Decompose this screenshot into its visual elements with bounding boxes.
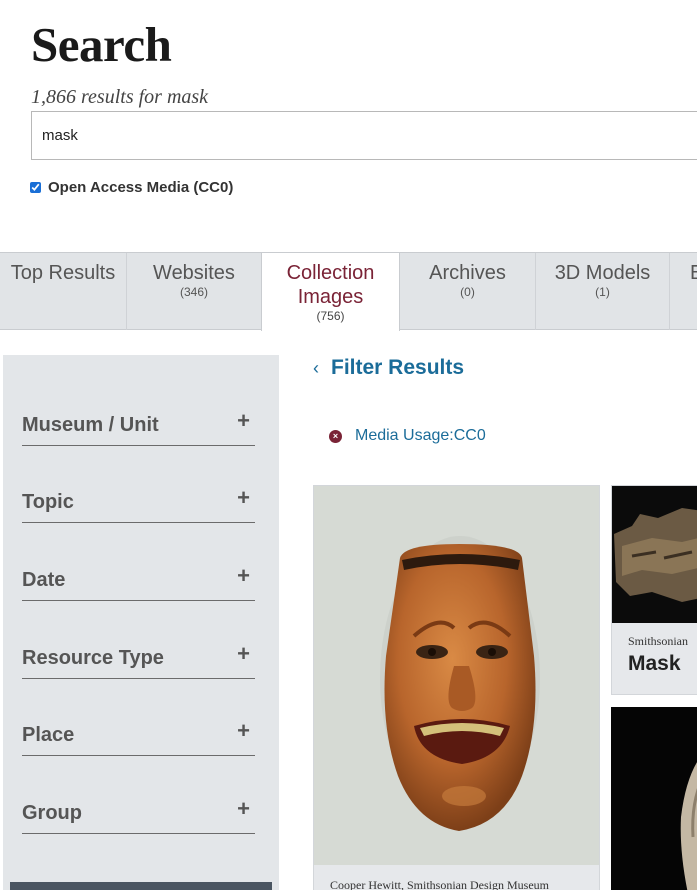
facet-museum-unit[interactable]: Museum / Unit + (22, 406, 255, 446)
tab-archives[interactable]: Archives (0) (400, 253, 536, 330)
plus-icon[interactable]: + (237, 487, 250, 509)
result-card[interactable] (611, 707, 697, 890)
facet-place[interactable]: Place + (22, 716, 255, 756)
tab-label: 3D Models (554, 262, 651, 284)
facet-label: Group (22, 802, 82, 824)
tab-3d-models[interactable]: 3D Models (1) (536, 253, 670, 330)
tab-label: Archives (429, 262, 506, 284)
facet-label: Museum / Unit (22, 414, 159, 436)
plus-icon[interactable]: + (237, 410, 250, 432)
tab-websites[interactable]: Websites (346) (127, 253, 262, 330)
facet-label: Resource Type (22, 647, 164, 669)
mask-artifact-image[interactable] (612, 486, 697, 623)
tab-count: (0) (460, 285, 475, 299)
remove-filter-icon[interactable]: × (329, 429, 342, 443)
facet-group[interactable]: Group + (22, 794, 255, 834)
noh-mask-image[interactable] (314, 486, 599, 865)
tab-more[interactable]: E (670, 253, 697, 330)
result-source: Smithsonian (628, 634, 689, 648)
tab-collection-images[interactable]: Collection Images (756) (261, 252, 400, 331)
cc0-filter[interactable]: Open Access Media (CC0) (30, 179, 233, 196)
page-title: Search (31, 17, 172, 72)
plus-icon[interactable]: + (237, 720, 250, 742)
result-card[interactable]: Cooper Hewitt, Smithsonian Design Museum (313, 485, 600, 890)
result-count: 1,866 results for mask (31, 86, 209, 108)
plus-icon[interactable]: + (237, 565, 250, 587)
tab-top-results[interactable]: Top Results (0, 253, 127, 330)
active-filter-label[interactable]: Media Usage:CC0 (355, 427, 486, 445)
result-source: Cooper Hewitt, Smithsonian Design Museum (330, 878, 549, 890)
facet-label: Topic (22, 491, 74, 513)
filter-results-title[interactable]: Filter Results (331, 356, 464, 380)
result-card[interactable]: Smithsonian Mask (611, 485, 697, 695)
tab-count: (346) (179, 285, 208, 299)
result-tabs: Top Results Websites (346) Collection Im… (0, 252, 697, 331)
chevron-left-icon[interactable]: ‹ (313, 358, 319, 379)
tab-label: Websites (153, 262, 235, 284)
facet-sidebar: Museum / Unit + Topic + Date + Resource … (3, 355, 279, 890)
cc0-label[interactable]: Open Access Media (CC0) (48, 179, 233, 196)
result-image[interactable] (611, 707, 697, 890)
result-title[interactable]: Mask (628, 652, 681, 676)
tab-count: (756) (316, 309, 345, 323)
plus-icon[interactable]: + (237, 798, 250, 820)
facet-resource-type[interactable]: Resource Type + (22, 639, 255, 679)
tab-label: Collection Images (286, 262, 375, 308)
plus-icon[interactable]: + (237, 643, 250, 665)
tab-count: (1) (595, 285, 610, 299)
facet-date[interactable]: Date + (22, 561, 255, 601)
cc0-checkbox[interactable] (30, 182, 41, 193)
active-filter-chip[interactable]: × Media Usage:CC0 (329, 427, 486, 445)
tab-label: E (690, 262, 697, 284)
filter-results-toggle[interactable]: ‹ Filter Results (313, 356, 464, 380)
facet-label: Date (22, 569, 66, 591)
sidebar-apply-bar[interactable] (10, 882, 272, 890)
facet-topic[interactable]: Topic + (22, 483, 255, 523)
search-input[interactable] (31, 111, 697, 160)
tab-label: Top Results (10, 262, 116, 284)
facet-label: Place (22, 724, 75, 746)
